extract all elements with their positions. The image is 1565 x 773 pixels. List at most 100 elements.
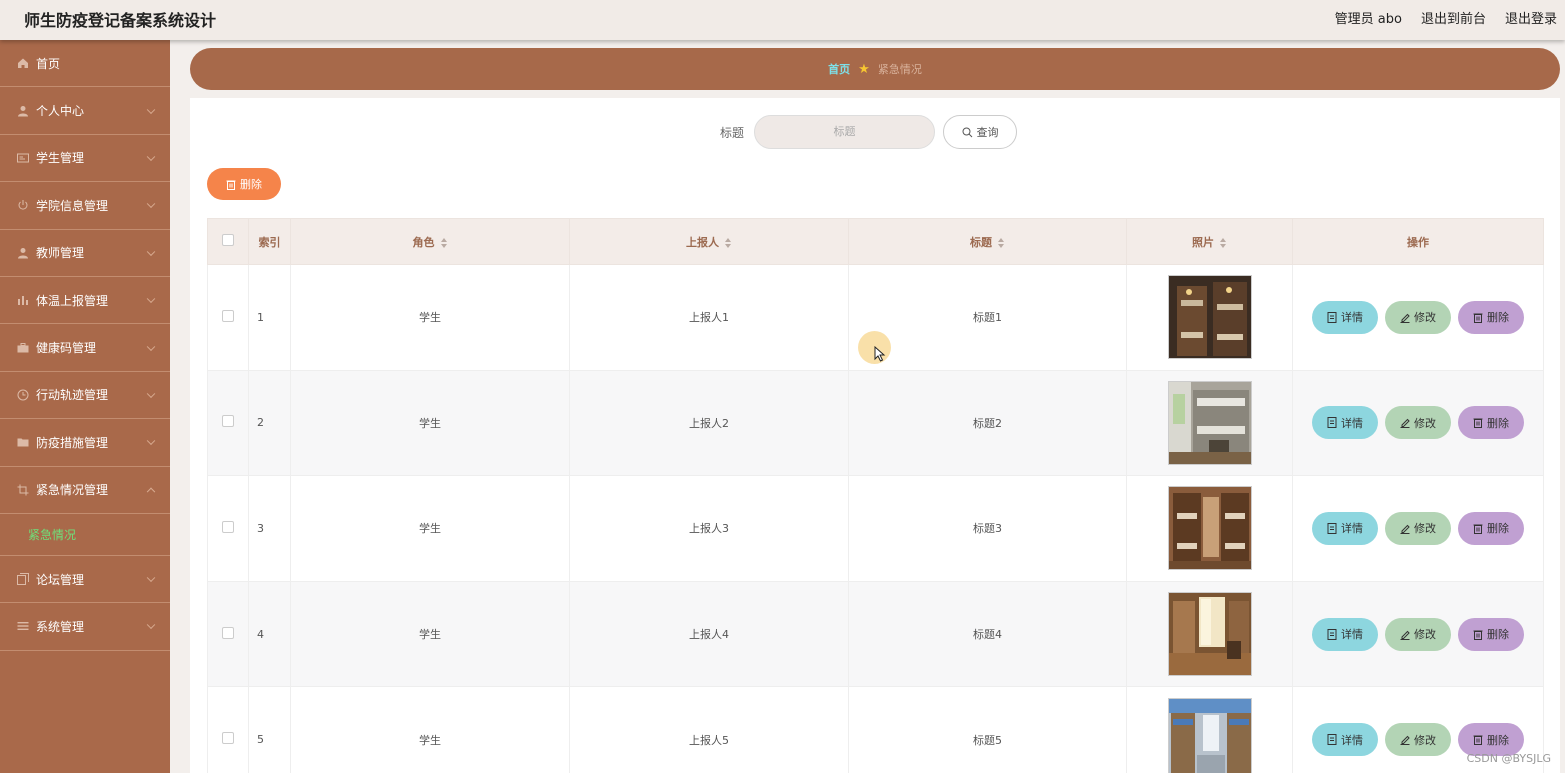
edit-button-label: 修改 <box>1414 417 1436 430</box>
sidebar-item-emergency[interactable]: 紧急情况管理 <box>0 467 170 514</box>
breadcrumb: 首页 ★ 紧急情况 <box>190 48 1560 90</box>
sidebar-item-teachers[interactable]: 教师管理 <box>0 230 170 277</box>
chevron-down-icon <box>146 152 156 162</box>
edit-button[interactable]: 修改 <box>1385 300 1451 334</box>
sort-icon[interactable] <box>1220 237 1227 248</box>
search-label: 标题 <box>720 125 745 140</box>
row-checkbox[interactable] <box>222 520 234 533</box>
top-actions: 管理员 abo 退出到前台 退出登录 <box>1335 8 1557 27</box>
sidebar-item-forum[interactable]: 论坛管理 <box>0 556 170 604</box>
sidebar-item-college-info[interactable]: 学院信息管理 <box>0 182 170 230</box>
sidebar-item-trajectory[interactable]: 行动轨迹管理 <box>0 372 170 420</box>
header-reporter-label: 上报人 <box>686 235 719 249</box>
edit-icon <box>1400 735 1410 746</box>
detail-button[interactable]: 详情 <box>1312 300 1378 334</box>
detail-button-label: 详情 <box>1341 523 1363 536</box>
trash-icon <box>1473 418 1483 429</box>
delete-button[interactable]: 删除 <box>1458 511 1524 545</box>
logout-link[interactable]: 退出登录 <box>1505 8 1557 27</box>
header-photo-label: 照片 <box>1192 235 1214 249</box>
edit-button-label: 修改 <box>1414 629 1436 642</box>
row-checkbox[interactable] <box>222 309 234 322</box>
dorm-photo-thumbnail[interactable] <box>1167 380 1252 465</box>
breadcrumb-home[interactable]: 首页 <box>828 61 850 77</box>
detail-button[interactable]: 详情 <box>1312 617 1378 651</box>
header-index: 索引 <box>248 218 291 265</box>
row-title: 标题3 <box>848 475 1127 582</box>
sidebar: 首页 个人中心 学生管理 学院信息管理 教师管理 体温上报管理 健康码管理 行动… <box>0 40 170 773</box>
sort-icon[interactable] <box>998 237 1005 248</box>
edit-icon <box>1400 419 1410 429</box>
edit-button[interactable]: 修改 <box>1385 406 1451 440</box>
edit-button-label: 修改 <box>1414 312 1436 325</box>
app-title: 师生防疫登记备案系统设计 <box>24 11 217 30</box>
delete-button[interactable]: 删除 <box>1458 300 1524 334</box>
sidebar-item-label: 健康码管理 <box>36 341 97 356</box>
sidebar-item-home[interactable]: 首页 <box>0 40 170 88</box>
edit-button[interactable]: 修改 <box>1385 723 1451 757</box>
bulk-delete-button[interactable]: 删除 <box>207 168 281 200</box>
home-icon <box>16 56 30 70</box>
detail-button[interactable]: 详情 <box>1312 406 1378 440</box>
user-icon <box>16 104 30 118</box>
trash-icon <box>1473 630 1483 640</box>
row-index: 4 <box>248 580 291 688</box>
header-role[interactable]: 角色 <box>290 218 570 265</box>
header-title[interactable]: 标题 <box>848 218 1127 265</box>
dorm-photo-thumbnail[interactable] <box>1167 697 1252 773</box>
chevron-up-icon <box>146 487 156 496</box>
table-row: 4 学生 上报人4 标题4 详情 修改 删除 <box>207 580 1544 688</box>
copy-icon <box>16 572 30 586</box>
row-checkbox[interactable] <box>222 415 234 428</box>
header-role-label: 角色 <box>412 235 435 249</box>
delete-button[interactable]: 删除 <box>1458 617 1524 651</box>
bar-chart-icon <box>16 293 30 307</box>
sidebar-item-system[interactable]: 系统管理 <box>0 603 170 651</box>
sidebar-item-personal-center[interactable]: 个人中心 <box>0 87 170 135</box>
sidebar-item-label: 学生管理 <box>36 151 85 166</box>
row-checkbox[interactable] <box>222 732 234 745</box>
row-title: 标题1 <box>848 264 1127 371</box>
chevron-down-icon <box>146 342 156 351</box>
detail-button[interactable]: 详情 <box>1312 511 1378 545</box>
select-all-checkbox[interactable] <box>222 234 234 246</box>
sidebar-subitem-emergency[interactable]: 紧急情况 <box>0 514 170 556</box>
row-checkbox[interactable] <box>222 626 234 639</box>
trash-icon <box>226 180 236 190</box>
header-photo[interactable]: 照片 <box>1126 218 1293 265</box>
sidebar-item-students[interactable]: 学生管理 <box>0 135 170 183</box>
detail-button[interactable]: 详情 <box>1312 723 1378 757</box>
back-to-front-link[interactable]: 退出到前台 <box>1421 8 1486 27</box>
sidebar-item-temperature[interactable]: 体温上报管理 <box>0 277 170 325</box>
chevron-down-icon <box>146 436 156 446</box>
search-button[interactable]: 查询 <box>943 115 1018 149</box>
row-role: 学生 <box>290 264 570 371</box>
header-reporter[interactable]: 上报人 <box>569 218 849 265</box>
clock-icon <box>16 388 30 402</box>
sort-icon[interactable] <box>725 237 732 248</box>
search-input[interactable] <box>754 115 936 149</box>
dorm-photo-thumbnail[interactable] <box>1167 275 1252 360</box>
sidebar-item-health-code[interactable]: 健康码管理 <box>0 324 170 372</box>
menu-icon <box>16 619 30 633</box>
select-all-cell <box>207 218 249 265</box>
content-panel: 标题 查询 删除 索引 角色 上报人 标题 照片 操作 <box>190 98 1560 773</box>
row-title: 标题4 <box>848 580 1127 688</box>
dorm-photo-thumbnail[interactable] <box>1167 592 1252 677</box>
detail-button-label: 详情 <box>1341 734 1363 747</box>
sidebar-item-label: 论坛管理 <box>36 572 85 587</box>
dorm-photo-thumbnail[interactable] <box>1167 486 1252 571</box>
sidebar-item-label: 首页 <box>36 56 61 71</box>
admin-label[interactable]: 管理员 abo <box>1335 8 1402 27</box>
mouse-cursor-icon <box>874 346 886 362</box>
delete-button[interactable]: 删除 <box>1458 406 1524 440</box>
chevron-down-icon <box>146 389 156 398</box>
sidebar-item-prevention[interactable]: 防疫措施管理 <box>0 419 170 467</box>
edit-button[interactable]: 修改 <box>1385 617 1451 651</box>
sidebar-item-label: 紧急情况管理 <box>36 483 109 498</box>
user-icon <box>16 246 30 260</box>
sidebar-item-label: 体温上报管理 <box>36 293 109 308</box>
sort-icon[interactable] <box>440 237 448 248</box>
edit-button[interactable]: 修改 <box>1385 511 1451 545</box>
table-header-row: 索引 角色 上报人 标题 照片 操作 <box>207 218 1544 265</box>
